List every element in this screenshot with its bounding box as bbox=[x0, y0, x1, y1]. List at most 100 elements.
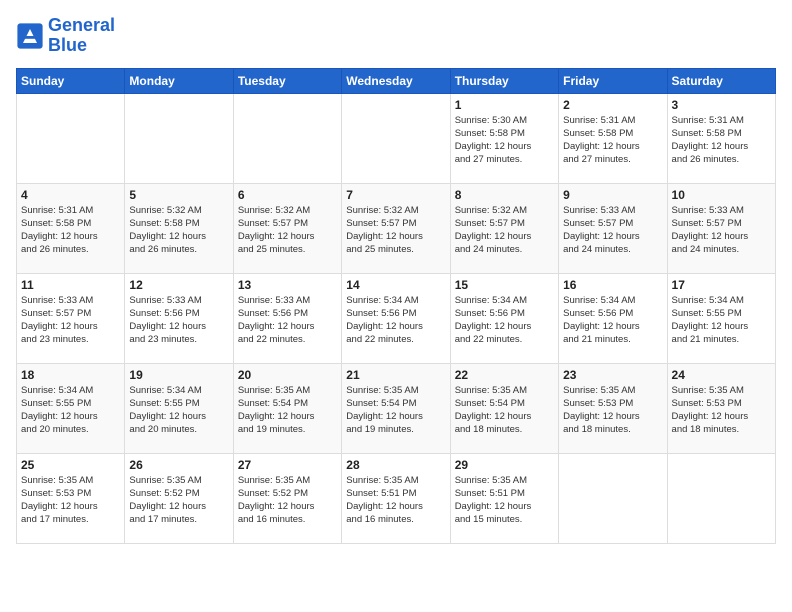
day-info: Sunrise: 5:35 AM Sunset: 5:54 PM Dayligh… bbox=[455, 384, 554, 437]
day-number: 5 bbox=[129, 188, 228, 202]
logo-text: General Blue bbox=[48, 16, 115, 56]
weekday-header: Thursday bbox=[450, 68, 558, 93]
day-number: 2 bbox=[563, 98, 662, 112]
calendar-cell: 28 Sunrise: 5:35 AM Sunset: 5:51 PM Dayli… bbox=[342, 453, 450, 543]
day-info: Sunrise: 5:31 AM Sunset: 5:58 PM Dayligh… bbox=[672, 114, 771, 167]
day-info: Sunrise: 5:35 AM Sunset: 5:54 PM Dayligh… bbox=[346, 384, 445, 437]
day-info: Sunrise: 5:31 AM Sunset: 5:58 PM Dayligh… bbox=[21, 204, 120, 257]
day-info: Sunrise: 5:33 AM Sunset: 5:56 PM Dayligh… bbox=[129, 294, 228, 347]
weekday-header: Wednesday bbox=[342, 68, 450, 93]
calendar-cell: 3 Sunrise: 5:31 AM Sunset: 5:58 PM Daylig… bbox=[667, 93, 775, 183]
day-info: Sunrise: 5:33 AM Sunset: 5:57 PM Dayligh… bbox=[672, 204, 771, 257]
calendar-cell: 14Sunrise: 5:34 AM Sunset: 5:56 PM Dayli… bbox=[342, 273, 450, 363]
day-number: 24 bbox=[672, 368, 771, 382]
day-info: Sunrise: 5:35 AM Sunset: 5:52 PM Dayligh… bbox=[129, 474, 228, 527]
logo-icon bbox=[16, 22, 44, 50]
day-info: Sunrise: 5:35 AM Sunset: 5:53 PM Dayligh… bbox=[672, 384, 771, 437]
weekday-header: Saturday bbox=[667, 68, 775, 93]
day-info: Sunrise: 5:32 AM Sunset: 5:57 PM Dayligh… bbox=[455, 204, 554, 257]
day-info: Sunrise: 5:34 AM Sunset: 5:56 PM Dayligh… bbox=[455, 294, 554, 347]
calendar-cell: 12 Sunrise: 5:33 AM Sunset: 5:56 PM Dayli… bbox=[125, 273, 233, 363]
day-info: Sunrise: 5:32 AM Sunset: 5:58 PM Dayligh… bbox=[129, 204, 228, 257]
calendar-cell: 29Sunrise: 5:35 AM Sunset: 5:51 PM Dayli… bbox=[450, 453, 558, 543]
day-number: 17 bbox=[672, 278, 771, 292]
day-info: Sunrise: 5:35 AM Sunset: 5:53 PM Dayligh… bbox=[21, 474, 120, 527]
weekday-header: Monday bbox=[125, 68, 233, 93]
calendar-cell bbox=[342, 93, 450, 183]
calendar-cell: 24 Sunrise: 5:35 AM Sunset: 5:53 PM Dayli… bbox=[667, 363, 775, 453]
calendar-cell: 16 Sunrise: 5:34 AM Sunset: 5:56 PM Dayli… bbox=[559, 273, 667, 363]
calendar-cell: 26 Sunrise: 5:35 AM Sunset: 5:52 PM Dayli… bbox=[125, 453, 233, 543]
day-info: Sunrise: 5:35 AM Sunset: 5:52 PM Dayligh… bbox=[238, 474, 337, 527]
day-number: 25 bbox=[21, 458, 120, 472]
calendar-cell: 20 Sunrise: 5:35 AM Sunset: 5:54 PM Dayli… bbox=[233, 363, 341, 453]
calendar-cell: 7 Sunrise: 5:32 AM Sunset: 5:57 PM Daylig… bbox=[342, 183, 450, 273]
day-info: Sunrise: 5:34 AM Sunset: 5:56 PM Dayligh… bbox=[563, 294, 662, 347]
calendar-cell: 6 Sunrise: 5:32 AM Sunset: 5:57 PM Daylig… bbox=[233, 183, 341, 273]
day-number: 4 bbox=[21, 188, 120, 202]
calendar-cell: 19 Sunrise: 5:34 AM Sunset: 5:55 PM Dayli… bbox=[125, 363, 233, 453]
day-info: Sunrise: 5:35 AM Sunset: 5:51 PM Dayligh… bbox=[346, 474, 445, 527]
day-number: 23 bbox=[563, 368, 662, 382]
calendar-cell bbox=[125, 93, 233, 183]
day-info: Sunrise: 5:34 AM Sunset: 5:55 PM Dayligh… bbox=[21, 384, 120, 437]
calendar-cell: 15 Sunrise: 5:34 AM Sunset: 5:56 PM Dayli… bbox=[450, 273, 558, 363]
calendar-cell: 2 Sunrise: 5:31 AM Sunset: 5:58 PM Daylig… bbox=[559, 93, 667, 183]
day-info: Sunrise: 5:34 AM Sunset: 5:55 PM Dayligh… bbox=[672, 294, 771, 347]
calendar-cell: 23 Sunrise: 5:35 AM Sunset: 5:53 PM Dayli… bbox=[559, 363, 667, 453]
day-number: 12 bbox=[129, 278, 228, 292]
day-info: Sunrise: 5:31 AM Sunset: 5:58 PM Dayligh… bbox=[563, 114, 662, 167]
day-number: 7 bbox=[346, 188, 445, 202]
calendar-cell: 21 Sunrise: 5:35 AM Sunset: 5:54 PM Dayli… bbox=[342, 363, 450, 453]
calendar-cell: 27 Sunrise: 5:35 AM Sunset: 5:52 PM Dayli… bbox=[233, 453, 341, 543]
day-number: 27 bbox=[238, 458, 337, 472]
day-number: 28 bbox=[346, 458, 445, 472]
weekday-header: Friday bbox=[559, 68, 667, 93]
day-info: Sunrise: 5:33 AM Sunset: 5:57 PM Dayligh… bbox=[21, 294, 120, 347]
day-info: Sunrise: 5:33 AM Sunset: 5:56 PM Dayligh… bbox=[238, 294, 337, 347]
day-info: Sunrise: 5:34 AM Sunset: 5:55 PM Dayligh… bbox=[129, 384, 228, 437]
day-info: Sunrise: 5:33 AM Sunset: 5:57 PM Dayligh… bbox=[563, 204, 662, 257]
calendar-cell: 8 Sunrise: 5:32 AM Sunset: 5:57 PM Daylig… bbox=[450, 183, 558, 273]
day-number: 3 bbox=[672, 98, 771, 112]
day-info: Sunrise: 5:35 AM Sunset: 5:51 PM Dayligh… bbox=[455, 474, 554, 527]
calendar-cell: 10 Sunrise: 5:33 AM Sunset: 5:57 PM Dayli… bbox=[667, 183, 775, 273]
day-number: 11 bbox=[21, 278, 120, 292]
calendar-cell: 17 Sunrise: 5:34 AM Sunset: 5:55 PM Dayli… bbox=[667, 273, 775, 363]
day-info: Sunrise: 5:32 AM Sunset: 5:57 PM Dayligh… bbox=[346, 204, 445, 257]
day-number: 9 bbox=[563, 188, 662, 202]
day-number: 18 bbox=[21, 368, 120, 382]
day-info: Sunrise: 5:32 AM Sunset: 5:57 PM Dayligh… bbox=[238, 204, 337, 257]
calendar-cell bbox=[559, 453, 667, 543]
day-number: 16 bbox=[563, 278, 662, 292]
day-info: Sunrise: 5:35 AM Sunset: 5:53 PM Dayligh… bbox=[563, 384, 662, 437]
day-number: 6 bbox=[238, 188, 337, 202]
calendar-cell: 5 Sunrise: 5:32 AM Sunset: 5:58 PM Daylig… bbox=[125, 183, 233, 273]
day-number: 21 bbox=[346, 368, 445, 382]
day-number: 8 bbox=[455, 188, 554, 202]
day-number: 19 bbox=[129, 368, 228, 382]
calendar-cell: 13 Sunrise: 5:33 AM Sunset: 5:56 PM Dayli… bbox=[233, 273, 341, 363]
calendar-cell bbox=[233, 93, 341, 183]
day-number: 1 bbox=[455, 98, 554, 112]
day-number: 13 bbox=[238, 278, 337, 292]
day-number: 10 bbox=[672, 188, 771, 202]
calendar-cell: 18 Sunrise: 5:34 AM Sunset: 5:55 PM Dayli… bbox=[17, 363, 125, 453]
day-info: Sunrise: 5:30 AM Sunset: 5:58 PM Dayligh… bbox=[455, 114, 554, 167]
weekday-header: Sunday bbox=[17, 68, 125, 93]
page-header: General Blue bbox=[16, 16, 776, 56]
day-info: Sunrise: 5:35 AM Sunset: 5:54 PM Dayligh… bbox=[238, 384, 337, 437]
calendar-table: SundayMondayTuesdayWednesdayThursdayFrid… bbox=[16, 68, 776, 544]
calendar-cell bbox=[17, 93, 125, 183]
day-number: 15 bbox=[455, 278, 554, 292]
calendar-cell bbox=[667, 453, 775, 543]
logo: General Blue bbox=[16, 16, 115, 56]
day-number: 20 bbox=[238, 368, 337, 382]
calendar-cell: 1 Sunrise: 5:30 AM Sunset: 5:58 PM Daylig… bbox=[450, 93, 558, 183]
calendar-cell: 22Sunrise: 5:35 AM Sunset: 5:54 PM Dayli… bbox=[450, 363, 558, 453]
calendar-cell: 9 Sunrise: 5:33 AM Sunset: 5:57 PM Daylig… bbox=[559, 183, 667, 273]
day-number: 26 bbox=[129, 458, 228, 472]
weekday-header: Tuesday bbox=[233, 68, 341, 93]
calendar-cell: 4 Sunrise: 5:31 AM Sunset: 5:58 PM Daylig… bbox=[17, 183, 125, 273]
day-info: Sunrise: 5:34 AM Sunset: 5:56 PM Dayligh… bbox=[346, 294, 445, 347]
